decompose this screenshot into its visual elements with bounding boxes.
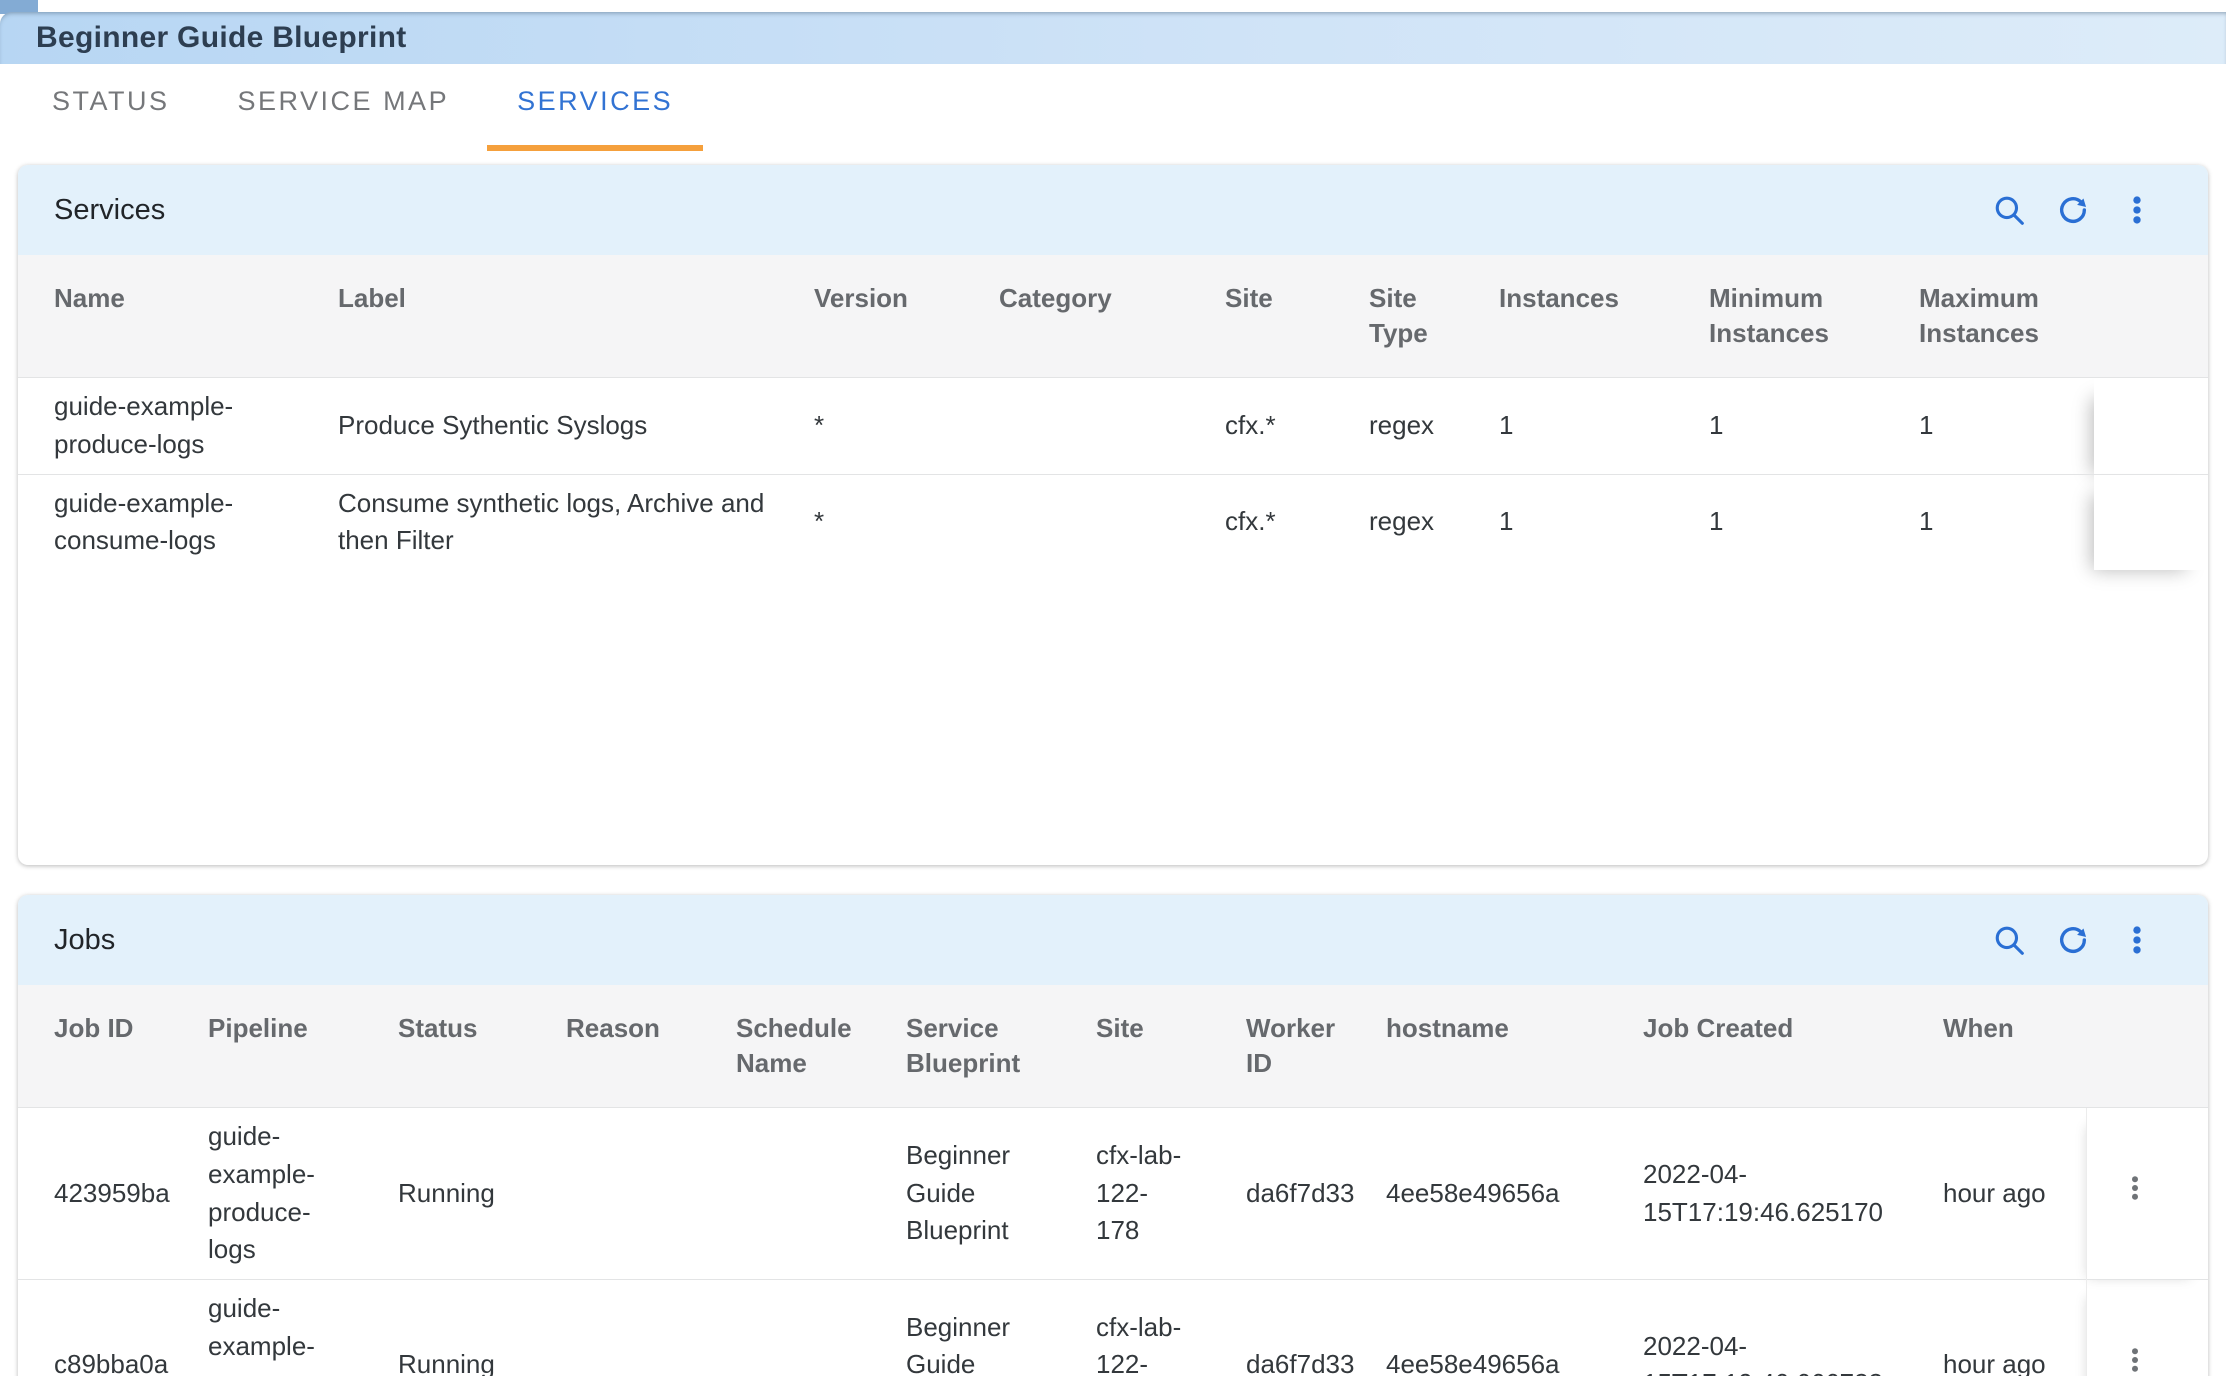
cell-site-type: regex [1369, 378, 1499, 474]
cell-label: Consume synthetic logs, Archive and then… [338, 474, 814, 570]
cell-site: cfx.* [1225, 378, 1369, 474]
tab-service-map[interactable]: SERVICE MAP [208, 86, 480, 151]
cell-site: cfx-lab-122-178 [1096, 1108, 1246, 1280]
cell-row-menu [2086, 1108, 2208, 1280]
cell-name: guide-example-consume-logs [18, 474, 338, 570]
cell-when: hour ago [1943, 1108, 2086, 1280]
cell-status: Running [398, 1279, 566, 1376]
cell-site: cfx-lab-122-178 [1096, 1279, 1246, 1376]
col-service-blueprint: Service Blueprint [906, 985, 1096, 1108]
cell-worker-id: da6f7d33 [1246, 1108, 1386, 1280]
cell-job-created: 2022-04-15T17:19:46.666733 [1643, 1279, 1943, 1376]
jobs-panel-title: Jobs [54, 924, 115, 957]
tab-status[interactable]: STATUS [22, 86, 200, 151]
cell-label: Produce Sythentic Syslogs [338, 378, 814, 474]
col-label: Label [338, 255, 814, 378]
kebab-menu-icon[interactable] [2120, 923, 2154, 957]
jobs-table: Job ID Pipeline Status Reason Schedule N… [18, 985, 2208, 1376]
search-icon[interactable] [1992, 923, 2026, 957]
cell-site: cfx.* [1225, 474, 1369, 570]
services-header-row: Name Label Version Category Site Site Ty… [18, 255, 2208, 378]
col-site: Site [1225, 255, 1369, 378]
col-actions-spacer [2094, 255, 2208, 378]
cell-schedule-name [736, 1279, 906, 1376]
jobs-header-row: Job ID Pipeline Status Reason Schedule N… [18, 985, 2208, 1108]
cell-instances: 1 [1499, 378, 1709, 474]
refresh-icon[interactable] [2056, 923, 2090, 957]
cell-max-instances: 1 [1919, 474, 2094, 570]
cell-row-menu [2086, 1279, 2208, 1376]
col-row-menu-spacer [2086, 985, 2208, 1108]
row-kebab-menu-icon[interactable] [2120, 1171, 2150, 1205]
table-row[interactable]: guide-example-produce-logs Produce Sythe… [18, 378, 2208, 474]
cell-version: * [814, 474, 999, 570]
cell-service-blueprint: Beginner Guide Blueprint [906, 1108, 1096, 1280]
table-row[interactable]: 423959ba guide-example-produce-logs Runn… [18, 1108, 2208, 1280]
page: Beginner Guide Blueprint STATUS SERVICE … [0, 0, 2226, 1376]
cell-job-id: c89bba0a [18, 1279, 208, 1376]
cell-job-created: 2022-04-15T17:19:46.625170 [1643, 1108, 1943, 1280]
col-job-created: Job Created [1643, 985, 1943, 1108]
cell-actions [2094, 378, 2208, 474]
cell-category [999, 378, 1225, 474]
table-row[interactable]: guide-example-consume-logs Consume synth… [18, 474, 2208, 570]
cell-category [999, 474, 1225, 570]
page-titlebar: Beginner Guide Blueprint [0, 12, 2226, 64]
cell-pipeline: guide-example-consume-logs [208, 1279, 398, 1376]
cell-hostname: 4ee58e49656a [1386, 1279, 1643, 1376]
cell-hostname: 4ee58e49656a [1386, 1108, 1643, 1280]
col-reason: Reason [566, 985, 736, 1108]
services-table: Name Label Version Category Site Site Ty… [18, 255, 2208, 570]
services-panel-actions [1992, 193, 2154, 227]
tab-services[interactable]: SERVICES [487, 86, 703, 151]
jobs-panel: Jobs [18, 895, 2208, 1376]
col-status: Status [398, 985, 566, 1108]
col-worker-id: Worker ID [1246, 985, 1386, 1108]
cell-job-id: 423959ba [18, 1108, 208, 1280]
refresh-icon[interactable] [2056, 193, 2090, 227]
row-kebab-menu-icon[interactable] [2120, 1343, 2150, 1376]
col-version: Version [814, 255, 999, 378]
col-pipeline: Pipeline [208, 985, 398, 1108]
cell-service-blueprint: Beginner Guide Blueprint [906, 1279, 1096, 1376]
services-panel-title: Services [54, 194, 165, 227]
cell-status: Running [398, 1108, 566, 1280]
col-site: Site [1096, 985, 1246, 1108]
cell-pipeline: guide-example-produce-logs [208, 1108, 398, 1280]
cell-max-instances: 1 [1919, 378, 2094, 474]
cell-schedule-name [736, 1108, 906, 1280]
cell-name: guide-example-produce-logs [18, 378, 338, 474]
cell-min-instances: 1 [1709, 378, 1919, 474]
cell-site-type: regex [1369, 474, 1499, 570]
cell-version: * [814, 378, 999, 474]
col-max-instances: Maximum Instances [1919, 255, 2094, 378]
cell-reason [566, 1279, 736, 1376]
cell-min-instances: 1 [1709, 474, 1919, 570]
col-min-instances: Minimum Instances [1709, 255, 1919, 378]
tab-bar: STATUS SERVICE MAP SERVICES [0, 86, 2226, 151]
page-title: Beginner Guide Blueprint [36, 21, 407, 55]
col-category: Category [999, 255, 1225, 378]
search-icon[interactable] [1992, 193, 2026, 227]
kebab-menu-icon[interactable] [2120, 193, 2154, 227]
cell-actions [2094, 474, 2208, 570]
table-row[interactable]: c89bba0a guide-example-consume-logs Runn… [18, 1279, 2208, 1376]
services-panel: Services [18, 165, 2208, 865]
cell-reason [566, 1108, 736, 1280]
col-site-type: Site Type [1369, 255, 1499, 378]
cell-worker-id: da6f7d33 [1246, 1279, 1386, 1376]
services-panel-header: Services [18, 165, 2208, 255]
col-when: When [1943, 985, 2086, 1108]
col-job-id: Job ID [18, 985, 208, 1108]
jobs-panel-actions [1992, 923, 2154, 957]
col-instances: Instances [1499, 255, 1709, 378]
col-hostname: hostname [1386, 985, 1643, 1108]
cell-when: hour ago [1943, 1279, 2086, 1376]
col-name: Name [18, 255, 338, 378]
jobs-panel-header: Jobs [18, 895, 2208, 985]
col-schedule-name: Schedule Name [736, 985, 906, 1108]
cell-instances: 1 [1499, 474, 1709, 570]
